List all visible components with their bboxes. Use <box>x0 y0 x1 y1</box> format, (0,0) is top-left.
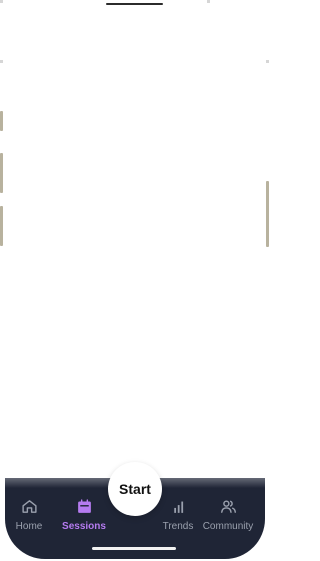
start-button-label: Start <box>119 481 151 497</box>
device-side-button <box>0 153 3 193</box>
frame-corner-mark <box>266 60 269 63</box>
device-side-button <box>266 181 269 247</box>
users-icon <box>220 498 237 518</box>
tab-community-label: Community <box>202 521 254 532</box>
home-icon <box>21 498 38 518</box>
frame-corner-mark <box>207 0 210 3</box>
calendar-icon <box>76 498 93 518</box>
bar-chart-icon <box>170 498 187 518</box>
tab-community[interactable]: Community <box>198 498 258 532</box>
top-notch-indicator <box>106 3 163 5</box>
app-screen: Home Sessions Trends Community Start <box>0 0 270 561</box>
device-side-button <box>0 111 3 131</box>
start-button[interactable]: Start <box>108 462 162 516</box>
tab-home-label: Home <box>15 521 43 532</box>
frame-corner-mark <box>0 60 3 63</box>
home-indicator-bar <box>92 547 176 550</box>
tab-home[interactable]: Home <box>0 498 59 532</box>
frame-corner-mark <box>0 0 3 3</box>
tab-trends-label: Trends <box>162 521 194 532</box>
device-side-button <box>0 206 3 246</box>
tab-sessions[interactable]: Sessions <box>54 498 114 532</box>
tab-sessions-label: Sessions <box>62 521 106 532</box>
